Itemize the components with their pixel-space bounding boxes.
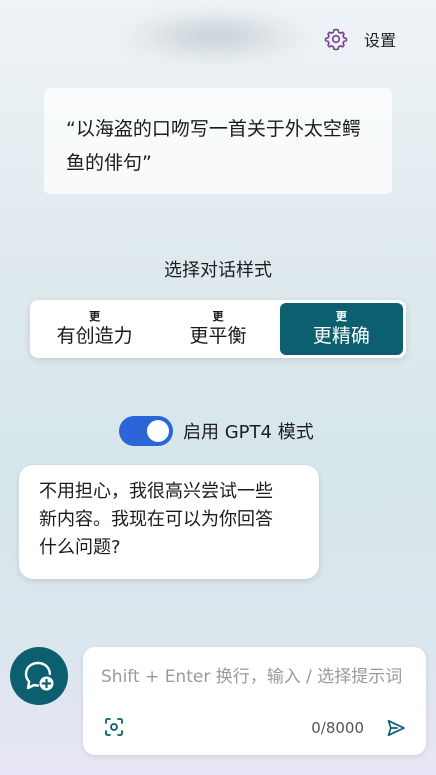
settings-label: 设置: [364, 31, 397, 50]
gear-icon: [324, 27, 348, 51]
settings-button[interactable]: 设置: [324, 25, 396, 53]
style-option-label: 更平衡: [189, 324, 247, 347]
conversation-style-title: 选择对话样式: [164, 260, 272, 281]
gpt4-toggle-row: 启用 GPT4 模式: [119, 416, 314, 446]
message-input[interactable]: [101, 664, 407, 690]
style-option-precise[interactable]: 更 更精确: [279, 303, 403, 355]
gpt4-toggle[interactable]: [119, 416, 173, 446]
scan-icon[interactable]: [104, 717, 124, 737]
gpt4-toggle-label: 启用 GPT4 模式: [183, 422, 314, 443]
example-prompt-card[interactable]: “以海盗的口吻写一首关于外太空鳄 鱼的俳句”: [44, 88, 392, 194]
new-chat-icon: [21, 658, 57, 694]
character-counter: 0/8000: [311, 719, 364, 737]
style-option-prefix: 更: [89, 309, 101, 323]
toggle-knob: [147, 420, 169, 442]
style-option-label: 有创造力: [56, 324, 133, 347]
prompt-line-1: “以海盗的口吻写一首关于外太空鳄: [66, 118, 361, 140]
message-line-3: 什么问题?: [39, 537, 121, 558]
message-line-2: 新内容。我现在可以为你回答: [39, 509, 273, 530]
style-option-label: 更精确: [312, 324, 370, 347]
prompt-line-2: 鱼的俳句”: [66, 152, 152, 174]
style-option-balanced[interactable]: 更 更平衡: [156, 303, 279, 355]
blurred-header-area: [120, 8, 310, 64]
style-option-creative[interactable]: 更 有创造力: [33, 303, 156, 355]
style-option-prefix: 更: [335, 309, 347, 323]
assistant-message-bubble: 不用担心，我很高兴尝试一些 新内容。我现在可以为你回答 什么问题?: [19, 465, 319, 579]
conversation-style-selector: 更 有创造力 更 更平衡 更 更精确: [30, 300, 406, 358]
new-chat-button[interactable]: [10, 647, 68, 705]
message-line-1: 不用担心，我很高兴尝试一些: [39, 481, 273, 502]
message-composer: 0/8000: [83, 647, 426, 755]
style-option-prefix: 更: [212, 309, 224, 323]
send-icon[interactable]: [386, 718, 406, 738]
